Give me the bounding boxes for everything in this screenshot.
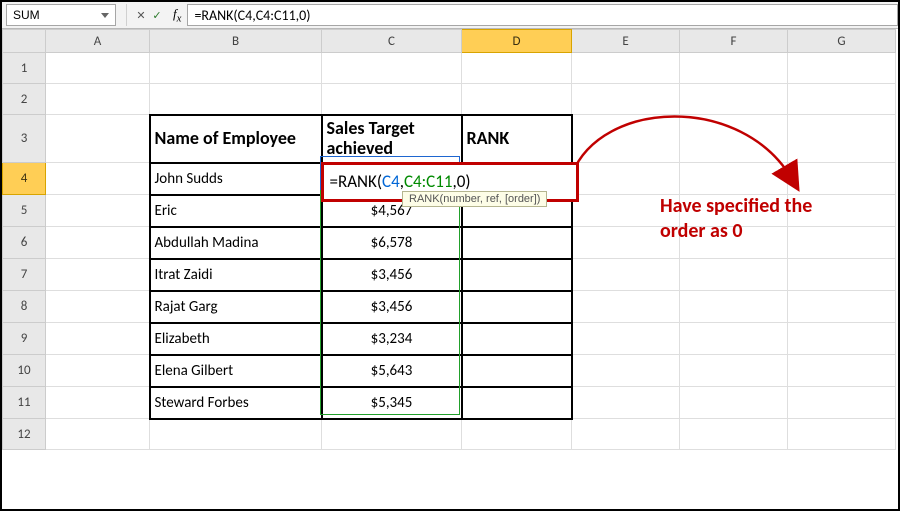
cell[interactable] [46,163,150,195]
row-hdr-5[interactable]: 5 [3,195,46,227]
row-hdr-7[interactable]: 7 [3,259,46,291]
cell[interactable] [46,53,150,84]
table-row-name[interactable]: John Sudds [150,163,322,195]
row-hdr-8[interactable]: 8 [3,291,46,323]
cell[interactable] [680,291,788,323]
cell[interactable] [46,291,150,323]
table-header-sales[interactable]: Sales Target achieved [322,115,462,163]
col-hdr-C[interactable]: C [322,30,462,53]
row-hdr-9[interactable]: 9 [3,323,46,355]
table-header-rank[interactable]: RANK [462,115,572,163]
table-row-rank[interactable] [462,323,572,355]
col-hdr-D[interactable]: D [462,30,572,53]
cell[interactable] [788,419,896,450]
row-hdr-3[interactable]: 3 [3,115,46,163]
col-hdr-B[interactable]: B [150,30,322,53]
worksheet[interactable]: A B C D E F G 1 2 [2,29,898,510]
table-row-sales[interactable]: $3,234 [322,323,462,355]
table-row-sales[interactable]: $3,456 [322,259,462,291]
cell[interactable] [322,53,462,84]
cell[interactable] [788,291,896,323]
cell[interactable] [572,387,680,419]
cell-C4-editing[interactable]: =RANK(C4,C4:C11,0) [322,163,462,195]
row-hdr-6[interactable]: 6 [3,227,46,259]
cell[interactable] [322,419,462,450]
col-hdr-G[interactable]: G [788,30,896,53]
cell[interactable] [150,419,322,450]
cell[interactable] [788,323,896,355]
cell[interactable] [680,419,788,450]
cell[interactable] [788,387,896,419]
table-row-rank[interactable] [462,259,572,291]
row-hdr-2[interactable]: 2 [3,84,46,115]
cell[interactable] [462,53,572,84]
cell[interactable] [46,355,150,387]
cell[interactable] [680,387,788,419]
table-row-name[interactable]: Abdullah Madina [150,227,322,259]
cell[interactable] [462,84,572,115]
cell[interactable] [572,53,680,84]
cell[interactable] [572,355,680,387]
row-hdr-4[interactable]: 4 [3,163,46,195]
table-row-name[interactable]: Itrat Zaidi [150,259,322,291]
cell[interactable] [680,355,788,387]
chevron-down-icon[interactable] [101,13,109,18]
cell[interactable] [788,259,896,291]
table-row-name[interactable]: Eric [150,195,322,227]
formula-text: =RANK(C4,C4:C11,0) [194,7,310,24]
select-all-corner[interactable] [3,30,46,53]
table-row-rank[interactable] [462,355,572,387]
cell[interactable] [46,115,150,163]
cell[interactable] [46,323,150,355]
table-row-rank[interactable] [462,291,572,323]
cell[interactable] [572,291,680,323]
cell[interactable] [572,259,680,291]
cell[interactable] [322,84,462,115]
function-tooltip: RANK(number, ref, [order]) [402,191,547,207]
col-hdr-A[interactable]: A [46,30,150,53]
accept-formula-button[interactable]: ✓ [149,9,165,22]
formula-input[interactable]: =RANK(C4,C4:C11,0) [187,4,898,26]
cell[interactable] [150,84,322,115]
table-row-name[interactable]: Rajat Garg [150,291,322,323]
cell[interactable] [150,53,322,84]
row-hdr-12[interactable]: 12 [3,419,46,450]
cell[interactable] [462,419,572,450]
table-row-rank[interactable] [462,227,572,259]
fx-icon[interactable]: fx [173,6,181,25]
cell[interactable] [46,195,150,227]
table-row-sales[interactable]: $5,643 [322,355,462,387]
cell[interactable] [572,323,680,355]
cell[interactable] [572,419,680,450]
cell[interactable] [46,419,150,450]
table-row-sales[interactable]: $6,578 [322,227,462,259]
formula-bar: SUM ✕ ✓ fx =RANK(C4,C4:C11,0) [2,2,898,29]
name-box[interactable]: SUM [6,4,116,26]
table-row-rank[interactable] [462,387,572,419]
row-hdr-11[interactable]: 11 [3,387,46,419]
cell[interactable] [680,323,788,355]
cell[interactable] [680,53,788,84]
cell[interactable] [680,259,788,291]
table-row-name[interactable]: Steward Forbes [150,387,322,419]
col-hdr-F[interactable]: F [680,30,788,53]
cell[interactable] [46,84,150,115]
table-row-name[interactable]: Elena Gilbert [150,355,322,387]
annotation-arrow [562,89,822,209]
row-hdr-1[interactable]: 1 [3,53,46,84]
cell[interactable] [788,355,896,387]
cell[interactable] [46,259,150,291]
table-row-sales[interactable]: $5,345 [322,387,462,419]
table-header-name[interactable]: Name of Employee [150,115,322,163]
table-row-name[interactable]: Elizabeth [150,323,322,355]
cancel-formula-button[interactable]: ✕ [133,9,149,22]
row-hdr-10[interactable]: 10 [3,355,46,387]
cell[interactable] [46,387,150,419]
col-hdr-E[interactable]: E [572,30,680,53]
cell[interactable] [46,227,150,259]
app-window: SUM ✕ ✓ fx =RANK(C4,C4:C11,0) [0,0,900,511]
name-box-value: SUM [13,8,40,22]
cell[interactable] [788,53,896,84]
table-row-sales[interactable]: $3,456 [322,291,462,323]
